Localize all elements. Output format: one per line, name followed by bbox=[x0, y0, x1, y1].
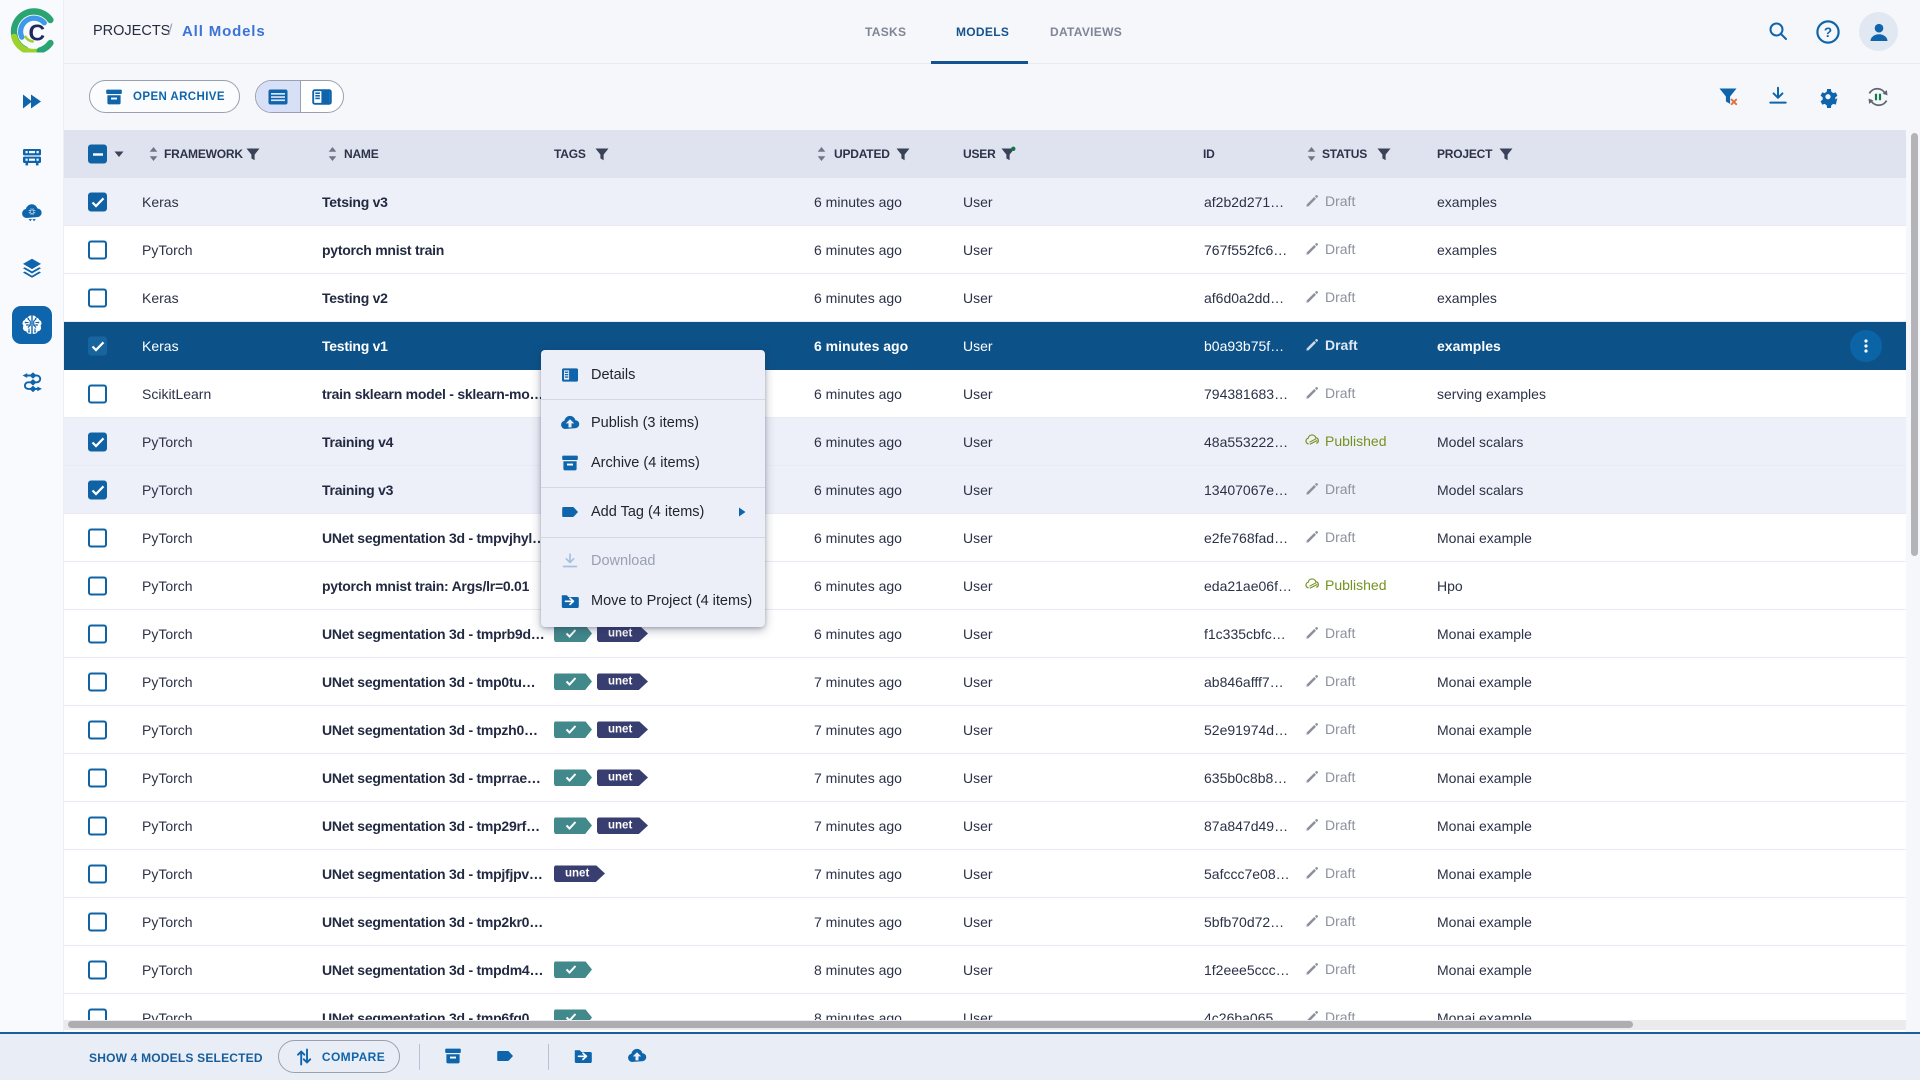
svg-text:?: ? bbox=[1824, 25, 1832, 40]
svg-text:C: C bbox=[28, 20, 45, 46]
